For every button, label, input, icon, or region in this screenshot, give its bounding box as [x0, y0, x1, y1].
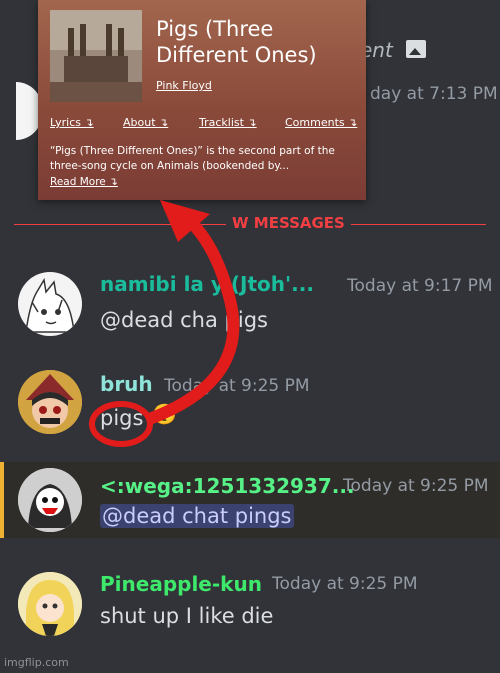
red-annotation-overlay — [89, 200, 240, 447]
watermark-text: imgflip.com — [4, 656, 69, 669]
curved-arrow — [146, 208, 240, 424]
highlight-circle — [89, 401, 153, 447]
